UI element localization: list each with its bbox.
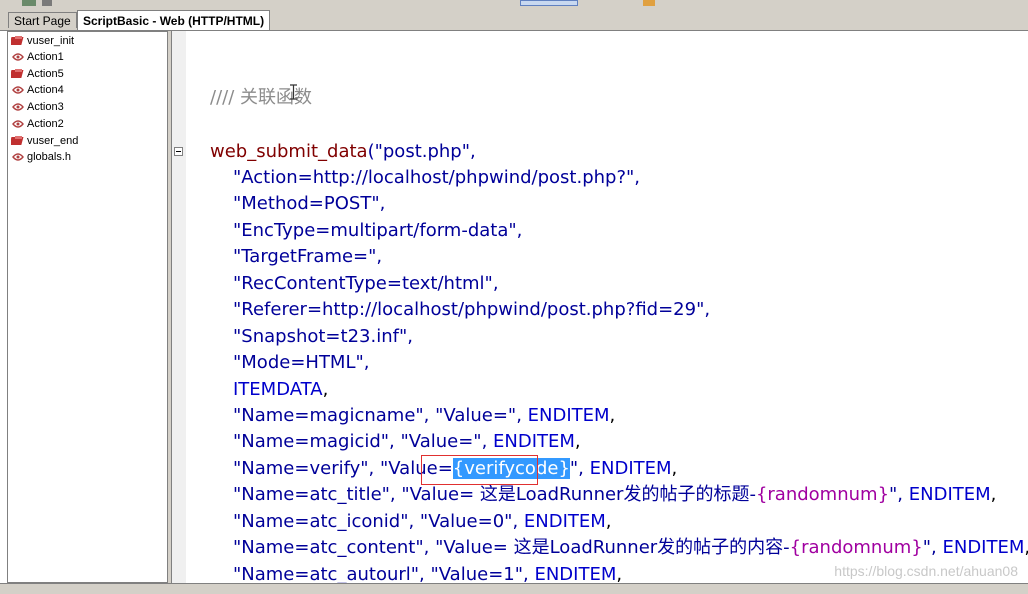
action-icon xyxy=(12,86,24,94)
action-tree: vuser_init Action1 Action5 Action4 Actio… xyxy=(7,31,168,583)
code-line-submit: web_submit_data("post.php", xyxy=(210,141,476,162)
action-icon xyxy=(12,120,24,128)
code-line-itemdata: ITEMDATA, xyxy=(233,379,329,400)
code-line: "Action=http://localhost/phpwind/post.ph… xyxy=(233,167,641,188)
code-line-title: "Name=atc_title", "Value= 这是LoadRunner发的… xyxy=(233,484,997,505)
code-line: "Referer=http://localhost/phpwind/post.p… xyxy=(233,299,711,320)
tree-item-action3[interactable]: Action3 xyxy=(11,99,64,115)
action-icon xyxy=(12,53,24,61)
vuser-icon xyxy=(9,69,24,79)
code-line: "RecContentType=text/html", xyxy=(233,273,499,294)
code-line-iconid: "Name=atc_iconid", "Value=0", ENDITEM, xyxy=(233,511,612,532)
code-line: "EncType=multipart/form-data", xyxy=(233,220,523,241)
action-icon xyxy=(12,103,24,111)
code-line: "Method=POST", xyxy=(233,193,386,214)
tree-item-action2[interactable]: Action2 xyxy=(11,116,64,132)
toolbar-stop-icon[interactable] xyxy=(643,0,655,6)
code-line-content: "Name=atc_content", "Value= 这是LoadRunner… xyxy=(233,537,1028,558)
text-cursor-icon xyxy=(290,84,297,100)
action-icon xyxy=(12,153,24,161)
code-line-autourl: "Name=atc_autourl", "Value=1", ENDITEM, xyxy=(233,564,623,583)
code-line-magicname: "Name=magicname", "Value=", ENDITEM, xyxy=(233,405,616,426)
vuser-icon xyxy=(9,136,24,146)
document-tab-bar: Start Page ScriptBasic - Web (HTTP/HTML) xyxy=(0,9,1028,31)
tree-item-action5[interactable]: Action5 xyxy=(9,66,64,82)
toolbar-run-button[interactable] xyxy=(520,0,578,6)
code-line-magicid: "Name=magicid", "Value=", ENDITEM, xyxy=(233,431,581,452)
toolbar-back-icon[interactable] xyxy=(22,0,36,6)
code-line: "Snapshot=t23.inf", xyxy=(233,326,413,347)
status-bar xyxy=(0,583,1028,594)
watermark: https://blog.csdn.net/ahuan08 xyxy=(834,563,1018,579)
code-editor[interactable]: //// 关联函数 web_submit_data("post.php", "A… xyxy=(186,31,1028,583)
code-line: "TargetFrame=", xyxy=(233,246,383,267)
collapse-toggle[interactable] xyxy=(174,147,183,156)
vuser-icon xyxy=(9,36,24,46)
editor-gutter xyxy=(171,31,187,583)
tab-start-page[interactable]: Start Page xyxy=(8,12,77,28)
code-line: "Mode=HTML", xyxy=(233,352,370,373)
tree-item-vuser-init[interactable]: vuser_init xyxy=(9,33,74,49)
tab-script-basic[interactable]: ScriptBasic - Web (HTTP/HTML) xyxy=(77,10,271,30)
tree-item-globals[interactable]: globals.h xyxy=(11,149,71,165)
tree-item-action1[interactable]: Action1 xyxy=(11,49,64,65)
tree-item-action4[interactable]: Action4 xyxy=(11,82,64,98)
toolbar-forward-icon[interactable] xyxy=(42,0,52,6)
highlight-box xyxy=(421,455,538,485)
tree-item-vuser-end[interactable]: vuser_end xyxy=(9,133,78,149)
